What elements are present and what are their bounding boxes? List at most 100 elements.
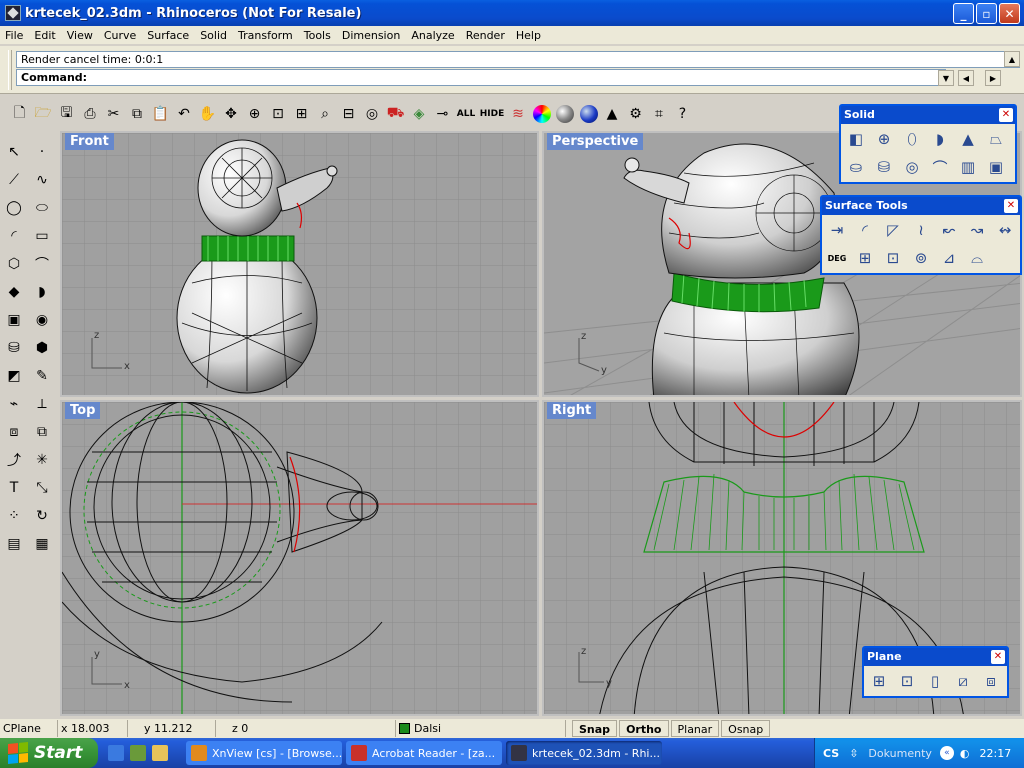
zoom-all-icon[interactable]: ⊟: [337, 103, 360, 126]
extrude-icon[interactable]: ▥: [956, 155, 980, 179]
point-icon[interactable]: ·: [30, 140, 54, 164]
revolve-icon[interactable]: ◗: [30, 280, 54, 304]
save-icon[interactable]: 🖫: [55, 103, 78, 126]
layers-stack-icon[interactable]: ≋: [507, 103, 530, 126]
polygon-icon[interactable]: ⬡: [2, 252, 26, 276]
drafting-icon[interactable]: ✎: [30, 364, 54, 388]
viewport-label-right[interactable]: Right: [547, 402, 597, 419]
surface-from-network-icon[interactable]: ⌓: [965, 246, 989, 270]
trim-icon[interactable]: ⌁: [2, 392, 26, 416]
polyline-icon[interactable]: ⟋: [2, 168, 26, 192]
cap-icon[interactable]: ▣: [984, 155, 1008, 179]
menu-edit[interactable]: Edit: [29, 29, 61, 42]
menu-solid[interactable]: Solid: [195, 29, 233, 42]
color-wheel-icon[interactable]: [530, 103, 553, 126]
new-file-icon[interactable]: 🗋: [8, 103, 31, 126]
minimize-button[interactable]: _: [953, 3, 974, 24]
fillet-surface-icon[interactable]: ◜: [853, 218, 877, 242]
maximize-button[interactable]: ▫: [976, 3, 997, 24]
tray-arrow-icon[interactable]: ⇳: [849, 747, 858, 760]
point-on-icon[interactable]: ⊸: [431, 103, 454, 126]
car-icon[interactable]: ⛟: [384, 103, 407, 126]
ortho-toggle[interactable]: Ortho: [619, 720, 669, 737]
offset-surface-icon[interactable]: ≀: [909, 218, 933, 242]
show-all-button[interactable]: ALL: [455, 103, 478, 126]
truncated-cone-icon[interactable]: ⏢: [984, 127, 1008, 151]
language-indicator[interactable]: CS: [823, 747, 839, 760]
box-icon[interactable]: ◧: [844, 127, 868, 151]
paraboloid-icon[interactable]: ◗: [928, 127, 952, 151]
ellipse-icon[interactable]: ⬭: [30, 196, 54, 220]
start-button[interactable]: Start: [0, 738, 98, 768]
viewport-label-perspective[interactable]: Perspective: [547, 133, 644, 150]
plane-palette[interactable]: Plane ✕ ⊞ ⊡ ▯ ⧄ ⧈: [862, 646, 1009, 698]
block-icon[interactable]: ▤: [2, 532, 26, 556]
rebuild-surface-icon[interactable]: ⊞: [853, 246, 877, 270]
viewport-front[interactable]: z x Front: [60, 131, 539, 397]
fillet-curve-icon[interactable]: ⌒: [30, 252, 54, 276]
history-scroll-down-icon[interactable]: ▼: [938, 70, 954, 86]
grid-snap-icon[interactable]: ⌗: [648, 103, 671, 126]
osnap-toggle[interactable]: Osnap: [721, 720, 771, 737]
solid-palette-close-icon[interactable]: ✕: [999, 108, 1013, 122]
render-sphere-icon[interactable]: [554, 103, 577, 126]
render-blue-sphere-icon[interactable]: [577, 103, 600, 126]
help-icon[interactable]: ?: [671, 103, 694, 126]
plane-corner-icon[interactable]: ⊞: [867, 669, 891, 693]
cutting-plane-icon[interactable]: ⧈: [979, 669, 1003, 693]
torus-icon[interactable]: ◎: [900, 155, 924, 179]
grid-icon[interactable]: ▦: [30, 532, 54, 556]
viewport-top[interactable]: y x Top: [60, 400, 539, 716]
menu-dimension[interactable]: Dimension: [337, 29, 406, 42]
surface-tools-close-icon[interactable]: ✕: [1004, 199, 1018, 213]
command-history[interactable]: Render cancel time: 0:0:1: [16, 51, 1020, 68]
join-icon[interactable]: ⤴: [2, 448, 26, 472]
arc-icon[interactable]: ◜: [2, 224, 26, 248]
hide-button[interactable]: HIDE: [478, 103, 506, 126]
command-prompt[interactable]: Command:: [16, 69, 946, 86]
shrink-surface-icon[interactable]: ⊡: [881, 246, 905, 270]
split-icon[interactable]: ⟂: [30, 392, 54, 416]
pipe-icon[interactable]: ⌒: [928, 155, 952, 179]
curve-cv-icon[interactable]: ∿: [30, 168, 54, 192]
rhino-app-icon[interactable]: [5, 5, 21, 21]
task-xnview[interactable]: XnView [cs] - [Browse...: [186, 741, 342, 765]
copy-object-icon[interactable]: ⧉: [30, 420, 54, 444]
select-arrow-icon[interactable]: ↖: [2, 140, 26, 164]
merge-surface-icon[interactable]: ↭: [993, 218, 1017, 242]
documents-toolbar[interactable]: Dokumenty: [868, 747, 931, 760]
vertical-plane-icon[interactable]: ▯: [923, 669, 947, 693]
copy-icon[interactable]: ⧉: [126, 103, 149, 126]
undo-icon[interactable]: ↶: [173, 103, 196, 126]
plane-palette-close-icon[interactable]: ✕: [991, 650, 1005, 664]
command-scroll-left-icon[interactable]: ◀: [958, 70, 974, 86]
menu-surface[interactable]: Surface: [142, 29, 195, 42]
menu-analyze[interactable]: Analyze: [406, 29, 460, 42]
solid-palette[interactable]: Solid ✕ ◧ ⊕ ⬯ ◗ ▲ ⏢ ⛀ ⛁ ◎ ⌒ ▥ ▣: [839, 104, 1017, 184]
tube-icon[interactable]: ⛁: [872, 155, 896, 179]
menu-file[interactable]: File: [0, 29, 29, 42]
title-bar[interactable]: krtecek_02.3dm - Rhinoceros (Not For Res…: [0, 0, 1024, 26]
print-icon[interactable]: ⎙: [79, 103, 102, 126]
sphere-icon[interactable]: ⊕: [872, 127, 896, 151]
open-file-icon[interactable]: 🗁: [32, 103, 55, 126]
menu-help[interactable]: Help: [511, 29, 547, 42]
menu-render[interactable]: Render: [461, 29, 511, 42]
task-rhinoceros[interactable]: krtecek_02.3dm - Rhi...: [506, 741, 662, 765]
surface-from-points-icon[interactable]: ◆: [2, 280, 26, 304]
menu-transform[interactable]: Transform: [233, 29, 299, 42]
chamfer-surface-icon[interactable]: ◸: [881, 218, 905, 242]
extend-surface-icon[interactable]: ⇥: [825, 218, 849, 242]
explode-icon[interactable]: ✳: [30, 448, 54, 472]
mesh-cylinder-icon[interactable]: ⛁: [2, 336, 26, 360]
cylinder-icon[interactable]: ⛀: [844, 155, 868, 179]
planar-toggle[interactable]: Planar: [670, 720, 720, 737]
group-icon[interactable]: ⁘: [2, 504, 26, 528]
command-scroll-right-icon[interactable]: ▶: [985, 70, 1001, 86]
menu-tools[interactable]: Tools: [299, 29, 337, 42]
close-button[interactable]: ✕: [999, 3, 1020, 24]
move-icon[interactable]: ⧈: [2, 420, 26, 444]
history-scroll-up-icon[interactable]: ▲: [1004, 51, 1020, 67]
dimension-icon[interactable]: ⤡: [30, 476, 54, 500]
spotlight-icon[interactable]: ▲: [601, 103, 624, 126]
